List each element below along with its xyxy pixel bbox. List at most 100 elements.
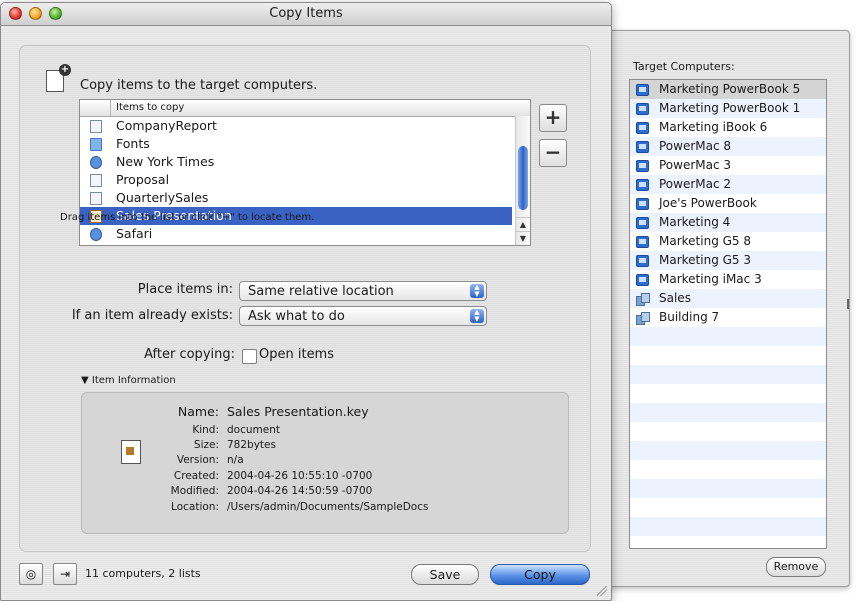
item-label: Proposal — [116, 172, 170, 187]
target-label: Marketing 4 — [659, 215, 731, 229]
info-key: Kind: — [192, 424, 219, 436]
item-row[interactable]: Safari — [80, 225, 512, 243]
items-scrollbar[interactable]: ▲ ▼ — [515, 116, 530, 245]
target-row[interactable]: Marketing PowerBook 5 — [630, 80, 826, 99]
target-computers-window: Target Computers: Marketing PowerBook 5M… — [600, 30, 850, 587]
target-row[interactable]: Marketing PowerBook 1 — [630, 99, 826, 118]
target-row[interactable]: Marketing 4 — [630, 213, 826, 232]
document-icon — [90, 173, 102, 187]
target-row[interactable]: PowerMac 8 — [630, 137, 826, 156]
remove-item-button[interactable]: − — [539, 139, 567, 167]
computer-icon — [636, 140, 649, 153]
target-row[interactable]: PowerMac 2 — [630, 175, 826, 194]
info-key: Created: — [173, 470, 219, 482]
item-row[interactable]: Proposal — [80, 171, 512, 189]
target-row[interactable]: Building 7 — [630, 308, 826, 327]
place-items-value: Same relative location — [248, 284, 394, 299]
task-list-icon[interactable]: ⇥ — [53, 563, 77, 585]
target-row[interactable]: Marketing G5 3 — [630, 251, 826, 270]
target-computers-list[interactable]: Marketing PowerBook 5 Marketing PowerBook… — [629, 79, 827, 549]
disclosure-triangle-icon: ▼ — [81, 375, 92, 386]
computer-icon — [636, 254, 649, 267]
copy-button[interactable]: Copy — [490, 564, 590, 585]
remove-target-button[interactable]: Remove — [766, 557, 826, 577]
if-exists-label: If an item already exists: — [71, 308, 233, 323]
copy-items-icon — [46, 64, 71, 92]
item-information-label: Item Information — [91, 375, 176, 386]
safari-icon — [90, 227, 102, 241]
if-exists-popup[interactable]: Ask what to do ▲ ▼ — [239, 306, 487, 326]
spreadsheet-icon — [90, 191, 102, 205]
computer-icon — [636, 197, 649, 210]
place-items-popup[interactable]: Same relative location ▲ ▼ — [239, 281, 487, 301]
computer-icon — [636, 102, 649, 115]
add-item-button[interactable]: + — [539, 104, 567, 132]
info-key: Size: — [193, 439, 219, 451]
info-key: Version: — [176, 454, 219, 466]
computer-icon — [636, 83, 649, 96]
target-computers-label: Target Computers: — [633, 60, 735, 73]
name-label: Name: — [177, 404, 219, 419]
item-label: New York Times — [116, 154, 215, 169]
window-title: Copy Items — [269, 6, 343, 21]
target-row[interactable]: Marketing iBook 6 — [630, 118, 826, 137]
info-value: document — [227, 424, 280, 436]
if-exists-value: Ask what to do — [248, 309, 345, 324]
info-key: Modified: — [170, 485, 219, 497]
computer-icon — [636, 235, 649, 248]
target-label: Marketing iMac 3 — [659, 272, 762, 286]
item-row[interactable]: Fonts — [80, 135, 512, 153]
target-label: Marketing PowerBook 5 — [659, 82, 801, 96]
scrollbar-thumb[interactable] — [518, 146, 528, 210]
folder-icon — [90, 137, 102, 151]
title-bar[interactable]: Copy Items — [1, 3, 611, 26]
popup-arrows-icon: ▲ ▼ — [470, 284, 484, 298]
target-label: Joe's PowerBook — [659, 196, 757, 210]
target-label: PowerMac 3 — [659, 158, 732, 172]
items-to-copy-list[interactable]: Items to copy CompanyReport Fonts New York… — [79, 99, 531, 246]
panel-heading: Copy items to the target computers. — [80, 78, 318, 93]
target-label: Marketing G5 8 — [659, 234, 752, 248]
computer-icon — [636, 178, 649, 191]
item-label: Fonts — [116, 136, 150, 151]
computer-icon — [636, 121, 649, 134]
remote-desktop-icon[interactable]: ◎ — [19, 563, 43, 585]
open-items-label[interactable]: Open items — [259, 347, 334, 362]
window-resize-handle[interactable] — [597, 586, 607, 596]
web-document-icon — [90, 155, 102, 169]
target-label: Sales — [659, 291, 691, 305]
popup-arrows-icon: ▲ ▼ — [470, 309, 484, 323]
save-button[interactable]: Save — [411, 564, 479, 585]
target-label: Building 7 — [659, 310, 720, 324]
target-row[interactable]: Sales — [630, 289, 826, 308]
item-label: CompanyReport — [116, 118, 217, 133]
document-icon — [90, 119, 102, 133]
scroll-down-arrow-icon[interactable]: ▼ — [516, 231, 530, 245]
place-items-label: Place items in: — [137, 282, 233, 297]
after-copying-label: After copying: — [144, 347, 235, 362]
computer-icon — [636, 216, 649, 229]
name-value: Sales Presentation.key — [227, 404, 369, 419]
resize-grip[interactable] — [847, 299, 849, 309]
items-column-header[interactable]: Items to copy — [80, 100, 530, 117]
computer-list-icon — [636, 292, 650, 306]
target-row[interactable]: Marketing G5 8 — [630, 232, 826, 251]
item-label: Safari — [116, 226, 153, 241]
scroll-up-arrow-icon[interactable]: ▲ — [516, 217, 530, 232]
target-label: PowerMac 2 — [659, 177, 732, 191]
target-row[interactable]: Marketing iMac 3 — [630, 270, 826, 289]
computer-list-icon — [636, 311, 650, 325]
target-row[interactable]: Joe's PowerBook — [630, 194, 826, 213]
item-information-toggle[interactable]: ▼ Item Information — [81, 375, 176, 386]
open-items-checkbox[interactable] — [242, 349, 257, 364]
item-row[interactable]: QuarterlySales — [80, 189, 512, 207]
target-label: Marketing PowerBook 1 — [659, 101, 801, 115]
info-value: 2004-04-26 10:55:10 -0700 — [227, 470, 373, 482]
target-label: Marketing iBook 6 — [659, 120, 768, 134]
drag-hint: Drag items into the list or click "+" to… — [60, 212, 315, 223]
copy-items-window: Copy Items Copy items to the target comp… — [0, 2, 612, 601]
item-row[interactable]: New York Times — [80, 153, 512, 171]
item-row[interactable]: CompanyReport — [80, 117, 512, 135]
target-row[interactable]: PowerMac 3 — [630, 156, 826, 175]
item-label: QuarterlySales — [116, 190, 209, 205]
